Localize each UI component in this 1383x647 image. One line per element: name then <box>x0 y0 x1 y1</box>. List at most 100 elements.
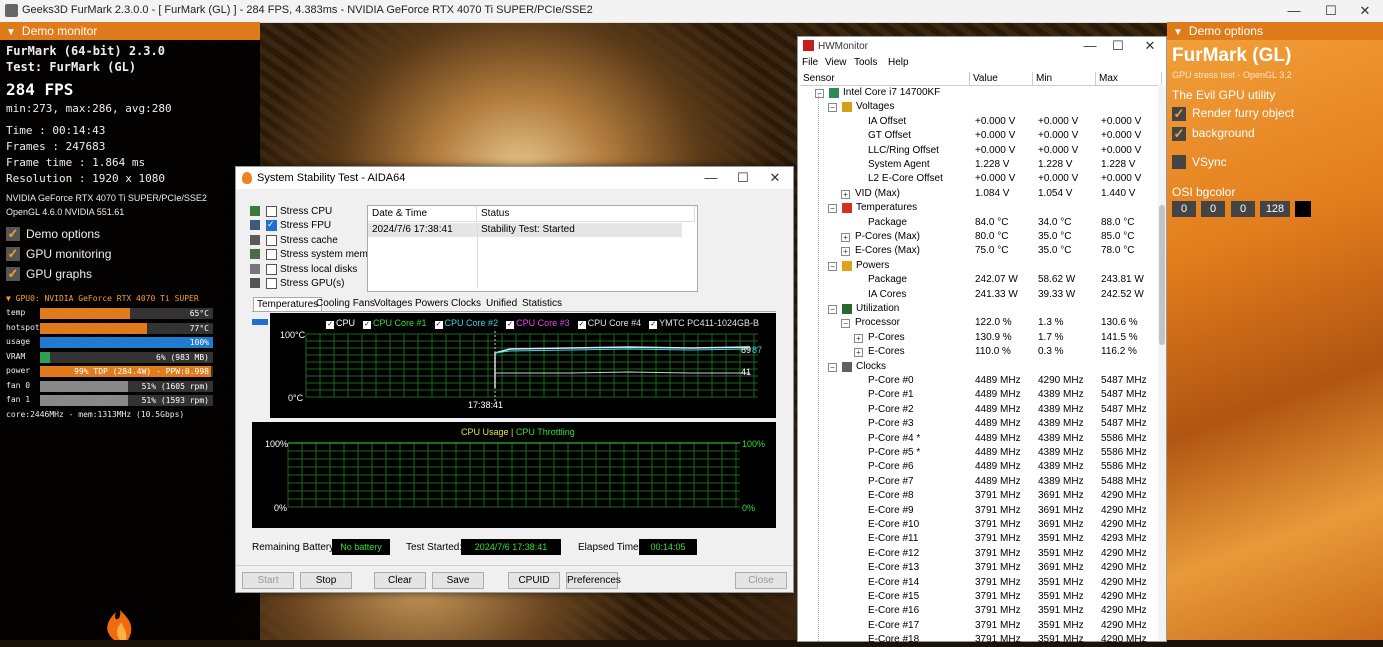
sensor-row[interactable]: E-Core #14 3791 MHz 3591 MHz 4290 MHz <box>798 576 1153 590</box>
stop-button[interactable]: Stop <box>300 572 352 589</box>
osi-alpha-input[interactable]: 128 <box>1260 201 1290 217</box>
maximize-icon[interactable]: ☐ <box>1313 0 1349 22</box>
demo-monitor-header[interactable]: ▼ Demo monitor <box>0 22 260 40</box>
expand-icon[interactable]: + <box>854 333 863 343</box>
log-header-status[interactable]: Status <box>477 206 695 222</box>
close-icon[interactable]: ✕ <box>757 167 793 189</box>
maximize-icon[interactable]: ☐ <box>1100 37 1136 55</box>
sensor-row[interactable]: E-Core #16 3791 MHz 3591 MHz 4290 MHz <box>798 604 1153 618</box>
sensor-group-row[interactable]: − Utilization <box>798 302 1153 316</box>
sensor-row[interactable]: E-Core #8 3791 MHz 3691 MHz 4290 MHz <box>798 489 1153 503</box>
collapse-icon[interactable]: − <box>828 204 837 214</box>
collapse-icon[interactable]: − <box>828 305 837 314</box>
close-button[interactable]: Close <box>735 572 787 589</box>
collapse-icon[interactable]: − <box>841 319 850 329</box>
collapse-icon[interactable]: − <box>828 103 837 113</box>
stress-memory-checkbox[interactable] <box>266 249 277 261</box>
sensor-row[interactable]: E-Core #12 3791 MHz 3591 MHz 4290 MHz <box>798 547 1153 561</box>
sensor-row[interactable]: IA Cores 241.33 W 39.33 W 242.52 W <box>798 288 1153 302</box>
temp-legend-item[interactable]: ✓ CPU Core #4 <box>577 318 641 329</box>
sensor-row[interactable]: E-Core #13 3791 MHz 3691 MHz 4290 MHz <box>798 561 1153 575</box>
legend-checkbox-icon[interactable]: ✓ <box>577 321 586 329</box>
save-button[interactable]: Save <box>432 572 484 589</box>
collapse-icon[interactable]: − <box>828 362 837 372</box>
sensor-row[interactable]: P-Core #3 4489 MHz 4389 MHz 5487 MHz <box>798 417 1153 431</box>
hwmonitor-scrollbar[interactable] <box>1158 85 1166 641</box>
legend-checkbox-icon[interactable]: ✓ <box>363 321 372 329</box>
temp-legend-item[interactable]: ✓ CPU <box>326 318 355 329</box>
sensor-row[interactable]: P-Core #4 * 4489 MHz 4389 MHz 5586 MHz <box>798 432 1153 446</box>
osi-blue-input[interactable]: 0 <box>1231 201 1255 217</box>
legend-checkbox-icon[interactable]: ✓ <box>434 321 443 329</box>
sensor-row[interactable]: E-Core #18 3791 MHz 3591 MHz 4290 MHz <box>798 633 1153 647</box>
stress-cpu-checkbox[interactable] <box>266 206 277 217</box>
background-checkbox[interactable]: ✓ <box>1172 127 1186 141</box>
temp-legend-item[interactable]: ✓ YMTC PC411-1024GB-B <box>649 318 759 329</box>
sensor-row[interactable]: IA Offset +0.000 V +0.000 V +0.000 V <box>798 115 1153 129</box>
sensor-row[interactable]: P-Core #6 4489 MHz 4389 MHz 5586 MHz <box>798 460 1153 474</box>
minimize-icon[interactable]: — <box>693 167 729 189</box>
tab-voltages[interactable]: Voltages <box>371 297 415 311</box>
stress-fpu-checkbox[interactable] <box>266 218 277 232</box>
tab-cooling-fans[interactable]: Cooling Fans <box>313 297 378 311</box>
scroll-thumb[interactable] <box>1159 205 1165 345</box>
minimize-icon[interactable]: — <box>1276 0 1312 22</box>
menu-view[interactable]: View <box>825 57 847 68</box>
tab-clocks[interactable]: Clocks <box>448 297 484 311</box>
sensor-row[interactable]: E-Core #11 3791 MHz 3591 MHz 4293 MHz <box>798 532 1153 546</box>
stress-gpu-checkbox[interactable] <box>266 278 277 289</box>
sensor-group-row[interactable]: − Temperatures <box>798 201 1153 215</box>
close-icon[interactable]: ✕ <box>1132 37 1168 55</box>
sensor-row[interactable]: + VID (Max) 1.084 V 1.054 V 1.440 V <box>798 187 1153 201</box>
col-sensor[interactable]: Sensor <box>800 72 970 85</box>
sensor-group-row[interactable]: − Voltages <box>798 100 1153 114</box>
temp-legend-item[interactable]: ✓ CPU Core #3 <box>506 318 570 329</box>
tab-temperatures[interactable]: Temperatures <box>253 297 323 312</box>
menu-help[interactable]: Help <box>888 57 909 68</box>
osi-green-input[interactable]: 0 <box>1201 201 1225 217</box>
sensor-row[interactable]: L2 E-Core Offset +0.000 V +0.000 V +0.000 V <box>798 172 1153 186</box>
osi-color-swatch[interactable] <box>1295 201 1311 217</box>
sensor-row[interactable]: P-Core #5 * 4489 MHz 4389 MHz 5586 MHz <box>798 446 1153 460</box>
expand-icon[interactable]: + <box>841 247 850 257</box>
sensor-row[interactable]: P-Core #1 4489 MHz 4389 MHz 5487 MHz <box>798 388 1153 402</box>
temp-legend-item[interactable]: ✓ CPU Core #1 <box>363 318 427 329</box>
gpu-monitor-header[interactable]: ▼ GPU0: NVIDIA GeForce RTX 4070 Ti SUPER <box>6 294 199 303</box>
stress-cache-checkbox[interactable] <box>266 234 277 246</box>
cpuid-button[interactable]: CPUID <box>508 572 560 589</box>
start-button[interactable]: Start <box>242 572 294 589</box>
col-value[interactable]: Value <box>970 72 1033 85</box>
menu-file[interactable]: File <box>802 57 818 68</box>
demo-options-checkbox[interactable]: ✓ <box>6 227 20 241</box>
sensor-row[interactable]: GT Offset +0.000 V +0.000 V +0.000 V <box>798 129 1153 143</box>
sensor-row[interactable]: LLC/Ring Offset +0.000 V +0.000 V +0.000 V <box>798 144 1153 158</box>
sensor-row[interactable]: − Processor 122.0 % 1.3 % 130.6 % <box>798 316 1153 330</box>
sensor-row[interactable]: P-Core #0 4489 MHz 4290 MHz 5487 MHz <box>798 374 1153 388</box>
sensor-row[interactable]: E-Core #10 3791 MHz 3691 MHz 4290 MHz <box>798 518 1153 532</box>
expand-icon[interactable]: + <box>841 189 850 199</box>
legend-checkbox-icon[interactable]: ✓ <box>326 321 334 329</box>
sensor-row[interactable]: System Agent 1.228 V 1.228 V 1.228 V <box>798 158 1153 172</box>
gpu-graphs-checkbox[interactable]: ✓ <box>6 267 20 281</box>
render-furry-checkbox[interactable]: ✓ <box>1172 107 1186 121</box>
sensor-row[interactable]: + E-Cores (Max) 75.0 °C 35.0 °C 78.0 °C <box>798 244 1153 258</box>
sensor-group-row[interactable]: − Powers <box>798 259 1153 273</box>
sensor-group-row[interactable]: − Clocks <box>798 360 1153 374</box>
sensor-row[interactable]: Package 242.07 W 58.62 W 243.81 W <box>798 273 1153 287</box>
sensor-row[interactable]: P-Core #2 4489 MHz 4389 MHz 5487 MHz <box>798 403 1153 417</box>
stability-log[interactable]: Date & Time Status 2024/7/6 17:38:41 Sta… <box>367 205 698 292</box>
log-header-datetime[interactable]: Date & Time <box>368 206 477 222</box>
osi-red-input[interactable]: 0 <box>1172 201 1196 217</box>
menu-tools[interactable]: Tools <box>854 57 877 68</box>
clear-button[interactable]: Clear <box>374 572 426 589</box>
expand-icon[interactable]: + <box>854 348 863 358</box>
temp-legend-item[interactable]: ✓ CPU Core #2 <box>434 318 498 329</box>
stress-disks-checkbox[interactable] <box>266 263 277 275</box>
tab-statistics[interactable]: Statistics <box>519 297 565 311</box>
collapse-icon[interactable]: − <box>828 261 837 271</box>
sensor-row[interactable]: P-Core #7 4489 MHz 4389 MHz 5488 MHz <box>798 475 1153 489</box>
gpu-monitoring-checkbox[interactable]: ✓ <box>6 247 20 261</box>
sensor-row[interactable]: + E-Cores 110.0 % 0.3 % 116.2 % <box>798 345 1153 359</box>
close-icon[interactable]: ✕ <box>1347 0 1383 22</box>
tab-unified[interactable]: Unified <box>483 297 520 311</box>
